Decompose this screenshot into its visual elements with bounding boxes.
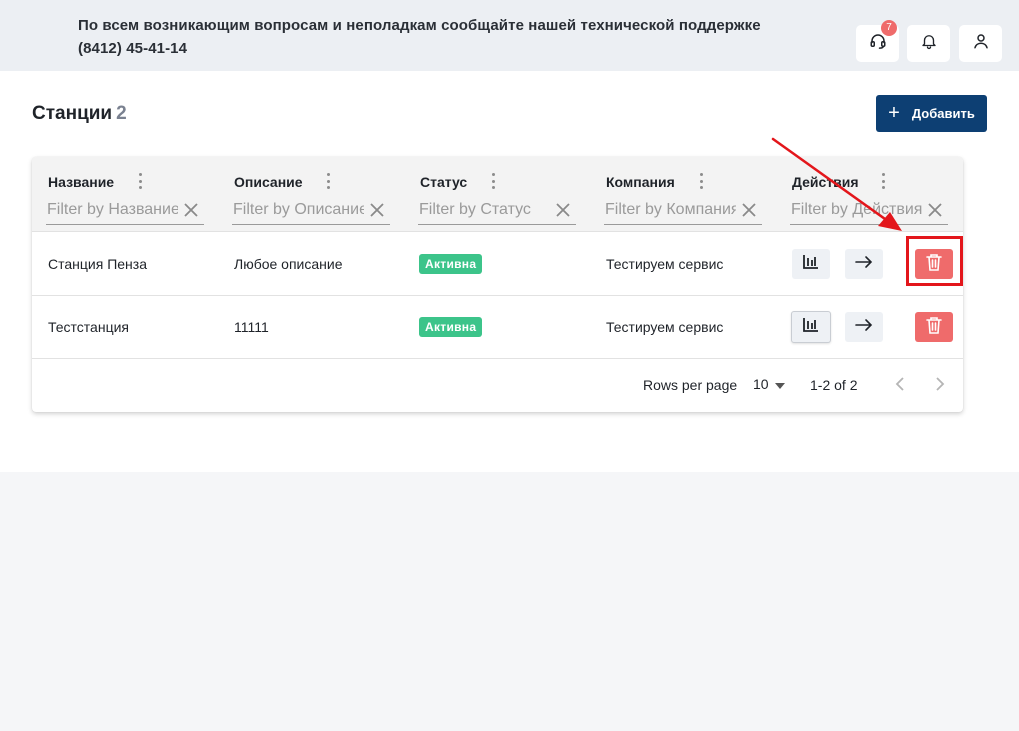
stations-table: Название Описание [32, 157, 963, 412]
column-menu-icon[interactable] [491, 173, 495, 189]
stats-button[interactable] [791, 311, 831, 343]
pagination-range: 1-2 of 2 [810, 377, 858, 393]
bar-chart-icon [802, 317, 820, 338]
arrow-right-icon [855, 255, 873, 274]
cell-name: Станция Пенза [48, 256, 147, 272]
cell-name: Тестстанция [48, 319, 129, 335]
column-header-name: Название [32, 157, 218, 232]
user-icon [972, 32, 990, 55]
chevron-right-icon [935, 376, 945, 394]
table-row: Станция Пенза Любое описание Активна Тес… [32, 233, 963, 296]
cell-description: 11111 [234, 319, 269, 335]
support-button[interactable]: 7 [856, 20, 899, 62]
column-menu-icon[interactable] [138, 173, 142, 189]
support-message: По всем возникающим вопросам и неполадка… [78, 17, 761, 57]
next-page-button[interactable] [928, 374, 952, 396]
clear-icon[interactable] [740, 201, 758, 219]
filter-actions [790, 197, 948, 225]
column-label: Компания [606, 174, 675, 190]
bar-chart-icon [802, 254, 820, 275]
filter-name [46, 197, 204, 225]
column-menu-icon[interactable] [881, 173, 885, 189]
add-button[interactable]: + Добавить [876, 95, 987, 132]
status-badge: Активна [419, 317, 483, 337]
column-menu-icon[interactable] [699, 173, 703, 189]
annotation-highlight-box [906, 236, 963, 286]
open-button[interactable] [845, 312, 883, 342]
delete-button[interactable] [915, 312, 953, 342]
status-badge: Активна [419, 254, 483, 274]
stations-count: 2 [116, 103, 127, 124]
cell-company: Тестируем сервис [606, 319, 724, 335]
notifications-button[interactable] [907, 25, 950, 62]
page-title-text: Станции [32, 103, 113, 124]
clear-icon[interactable] [368, 201, 386, 219]
filter-description-input[interactable] [232, 197, 364, 223]
cell-status: Активна [419, 296, 483, 358]
filter-status [418, 197, 576, 225]
trash-icon [926, 316, 942, 339]
rows-per-page-label: Rows per page [643, 377, 738, 393]
column-label: Описание [234, 174, 303, 190]
prev-page-button[interactable] [888, 374, 912, 396]
headset-icon [869, 32, 887, 55]
filter-name-input[interactable] [46, 197, 178, 223]
bell-icon [920, 32, 938, 55]
table-footer: Rows per page 10 1-2 of 2 [32, 358, 963, 412]
stats-button[interactable] [792, 249, 830, 279]
arrow-right-icon [855, 318, 873, 337]
rows-per-page-value: 10 [753, 376, 769, 392]
filter-company-input[interactable] [604, 197, 736, 223]
filter-company [604, 197, 762, 225]
clear-icon[interactable] [554, 201, 572, 219]
add-button-label: Добавить [911, 106, 975, 121]
column-menu-icon[interactable] [326, 173, 330, 189]
profile-button[interactable] [959, 25, 1002, 62]
page-title: Станции 2 [32, 103, 127, 125]
clear-icon[interactable] [182, 201, 200, 219]
clear-icon[interactable] [926, 201, 944, 219]
main-content: Станции2 + Добавить Название Описание [0, 71, 1019, 472]
table-header: Название Описание [32, 157, 963, 232]
top-bar: По всем возникающим вопросам и неполадка… [0, 0, 1019, 71]
support-badge: 7 [881, 20, 897, 36]
column-header-description: Описание [218, 157, 404, 232]
rows-per-page-select[interactable]: 10 [753, 376, 785, 392]
filter-actions-input[interactable] [790, 197, 922, 223]
column-header-status: Статус [404, 157, 590, 232]
open-button[interactable] [845, 249, 883, 279]
column-label: Название [48, 174, 115, 190]
column-header-company: Компания [590, 157, 776, 232]
column-label: Действия [792, 174, 859, 190]
column-header-actions: Действия [776, 157, 963, 232]
cell-description: Любое описание [234, 256, 343, 272]
caret-down-icon [774, 376, 785, 392]
cell-status: Активна [419, 233, 483, 295]
chevron-left-icon [895, 376, 905, 394]
column-label: Статус [420, 174, 468, 190]
filter-description [232, 197, 390, 225]
filter-status-input[interactable] [418, 197, 550, 223]
cell-company: Тестируем сервис [606, 256, 724, 272]
table-row: Тестстанция 11111 Активна Тестируем серв… [32, 296, 963, 359]
plus-icon: + [888, 101, 900, 124]
